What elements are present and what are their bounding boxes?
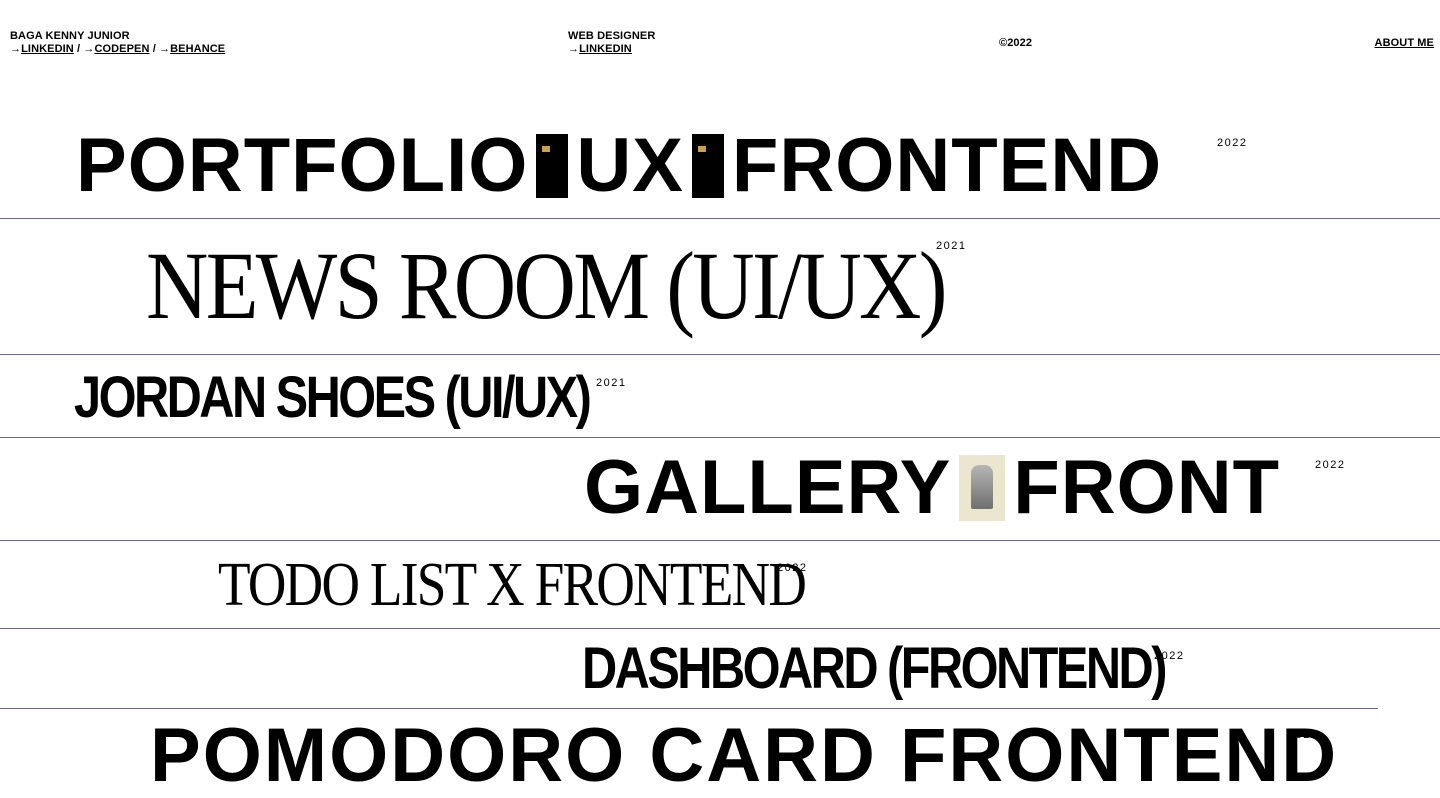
divider <box>0 354 1440 355</box>
project-year: 2022 <box>1154 650 1185 662</box>
project-title-part: PORTFOLIO <box>76 123 529 208</box>
project-thumbnail <box>536 134 569 198</box>
divider <box>0 628 1440 629</box>
project-year: 2022 <box>1217 137 1248 149</box>
behance-link[interactable]: BEHANCE <box>170 43 225 55</box>
project-year: 2021 <box>936 240 967 252</box>
project-title: TODO LIST X FRONTEND <box>218 551 807 619</box>
project-title-part: UX <box>576 123 684 208</box>
divider <box>0 540 1440 541</box>
linkedin-link[interactable]: LINKEDIN <box>21 43 74 55</box>
project-portfolio[interactable]: PORTFOLIO UX FRONTEND <box>76 124 1162 208</box>
project-title: DASHBOARD (FRONTEND) <box>582 636 1167 701</box>
project-gallery[interactable]: GALLERY FRONT <box>584 448 1280 528</box>
linkedin-link-secondary[interactable]: LINKEDIN <box>579 43 632 55</box>
project-todo-list[interactable]: TODO LIST X FRONTEND <box>218 551 807 619</box>
arrow-right-icon: → <box>568 43 580 55</box>
project-year: 2022 <box>1288 729 1319 741</box>
divider <box>0 218 1440 219</box>
project-title-part: FRONTEND <box>731 123 1163 208</box>
project-dashboard[interactable]: DASHBOARD (FRONTEND) <box>582 636 1167 701</box>
project-thumbnail <box>959 455 1006 521</box>
link-separator: / <box>152 43 156 55</box>
project-year: 2022 <box>1315 459 1346 471</box>
project-title-part: GALLERY <box>584 445 952 530</box>
arrow-right-icon: → <box>159 43 171 55</box>
divider <box>0 708 1378 709</box>
header-role: WEB DESIGNER →LINKEDIN <box>568 30 655 56</box>
about-me-link[interactable]: ABOUT ME <box>1375 37 1434 49</box>
social-links: →LINKEDIN / →CODEPEN / →BEHANCE <box>10 43 225 56</box>
codepen-link[interactable]: CODEPEN <box>94 43 149 55</box>
project-title-part: FRONT <box>1013 445 1281 530</box>
site-owner-name: BAGA KENNY JUNIOR <box>10 30 130 42</box>
arrow-right-icon: → <box>83 43 95 55</box>
arrow-right-icon: → <box>10 43 22 55</box>
project-jordan-shoes[interactable]: JORDAN SHOES (UI/UX) <box>74 365 592 430</box>
copyright: ©2022 <box>999 37 1033 49</box>
project-title: NEWS ROOM (UI/UX) <box>146 232 948 339</box>
project-title: JORDAN SHOES (UI/UX) <box>74 365 592 430</box>
project-pomodoro[interactable]: POMODORO CARD FRONTEND <box>150 716 1338 796</box>
project-year: 2022 <box>777 562 808 574</box>
divider <box>0 437 1440 438</box>
link-separator: / <box>77 43 81 55</box>
role-title: WEB DESIGNER <box>568 30 656 42</box>
about-link-wrap: ABOUT ME <box>1375 37 1434 50</box>
header-left: BAGA KENNY JUNIOR →LINKEDIN / →CODEPEN /… <box>10 30 225 56</box>
project-title: POMODORO CARD FRONTEND <box>150 713 1339 798</box>
project-year: 2021 <box>596 377 627 389</box>
project-thumbnail <box>691 134 724 198</box>
project-news-room[interactable]: NEWS ROOM (UI/UX) <box>146 232 948 339</box>
